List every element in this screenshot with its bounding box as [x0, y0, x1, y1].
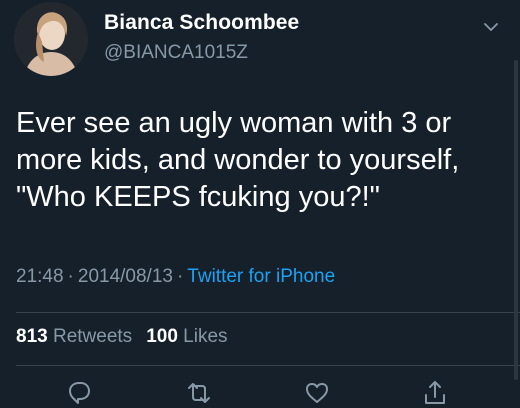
tweet-text: Ever see an ugly woman with 3 or more ki… — [16, 107, 460, 213]
share-icon[interactable] — [420, 378, 450, 408]
meta-separator: · — [67, 266, 74, 287]
retweets-stat[interactable]: 813 Retweets — [16, 326, 132, 347]
avatar[interactable] — [14, 2, 88, 76]
retweet-icon[interactable] — [184, 378, 214, 408]
likes-count: 100 — [146, 326, 178, 347]
tweet-date[interactable]: 2014/08/13 — [78, 266, 173, 287]
tweet-meta: 21:48 · 2014/08/13 · Twitter for iPhone — [16, 266, 335, 288]
tweet-source-link[interactable]: Twitter for iPhone — [187, 266, 335, 287]
likes-label: Likes — [183, 326, 228, 347]
action-bar — [0, 378, 520, 404]
profile-photo-icon — [14, 2, 88, 76]
display-name[interactable]: Bianca Schoombee — [104, 11, 299, 35]
scrollbar[interactable] — [514, 60, 518, 380]
reply-icon[interactable] — [64, 378, 94, 408]
likes-stat[interactable]: 100 Likes — [146, 326, 227, 347]
chevron-down-icon[interactable] — [482, 18, 500, 36]
tweet-card: Bianca Schoombee @BIANCA1015Z Ever see a… — [0, 0, 520, 404]
retweets-count: 813 — [16, 326, 48, 347]
divider — [16, 312, 520, 313]
retweets-label: Retweets — [52, 326, 133, 347]
user-handle[interactable]: @BIANCA1015Z — [104, 42, 248, 64]
tweet-time: 21:48 — [16, 266, 64, 287]
divider — [16, 365, 520, 366]
meta-separator: · — [176, 266, 184, 287]
heart-icon[interactable] — [302, 378, 332, 408]
tweet-stats: 813 Retweets 100 Likes — [16, 326, 228, 348]
